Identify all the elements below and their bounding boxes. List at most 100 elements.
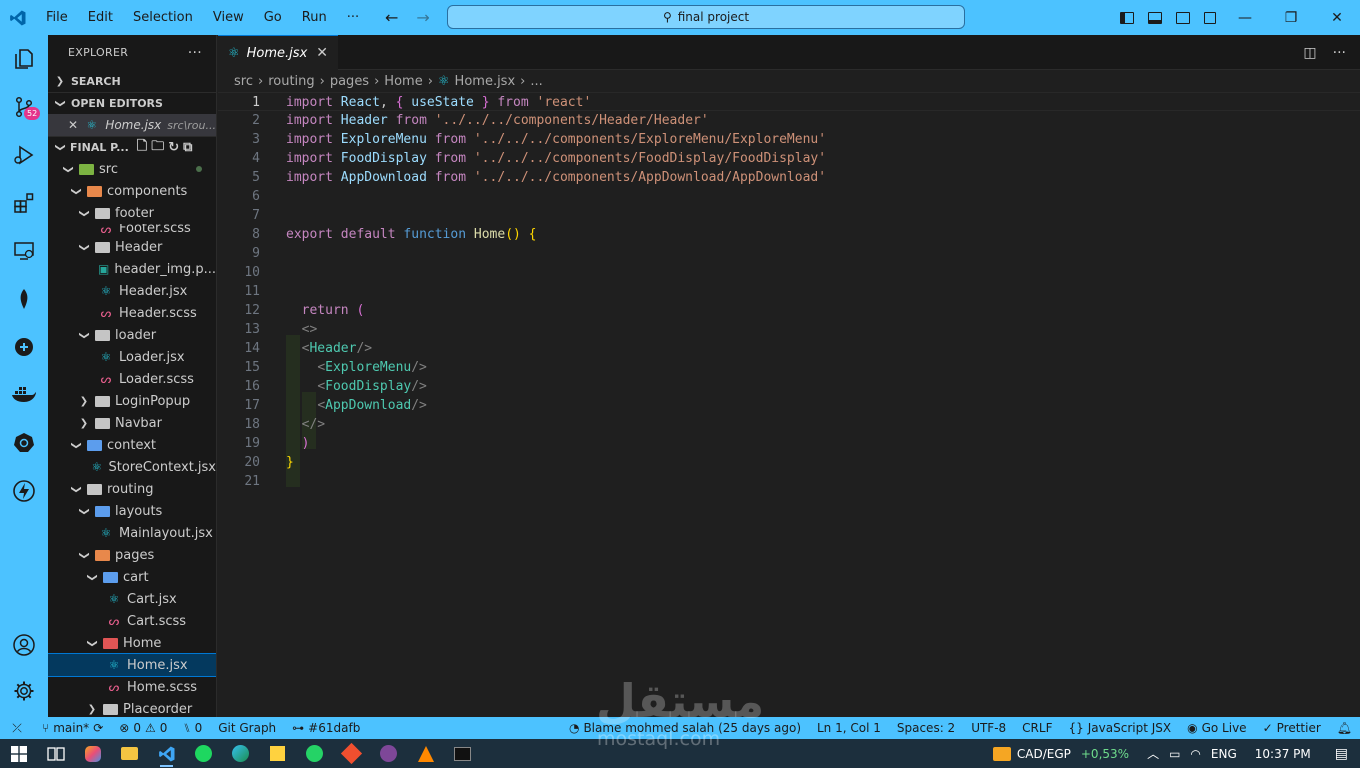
task-view-icon[interactable] xyxy=(37,739,74,768)
forward-arrow-icon[interactable]: → xyxy=(416,8,429,27)
go-live-button[interactable]: ◉ Go Live xyxy=(1179,721,1254,735)
code-line[interactable]: 2 import Header from '../../../components… xyxy=(218,111,1360,130)
language-status[interactable]: {} JavaScript JSX xyxy=(1060,721,1179,735)
wifi-icon[interactable]: ◠ xyxy=(1190,747,1200,761)
tree-file[interactable]: ᔕ Home.scss xyxy=(48,676,216,698)
tree-folder[interactable]: ❯ context xyxy=(48,434,216,456)
prettier-status[interactable]: ✓ Prettier xyxy=(1255,721,1329,735)
eol-status[interactable]: CRLF xyxy=(1014,721,1060,735)
remote-explorer-icon[interactable] xyxy=(0,231,48,271)
spotify-icon[interactable] xyxy=(185,739,222,768)
language-indicator[interactable]: ENG xyxy=(1211,747,1237,761)
tree-folder[interactable]: ❯ footer xyxy=(48,202,216,224)
code-editor[interactable]: 1 import React, { useState } from 'react'… xyxy=(218,92,1360,491)
toggle-panel-icon[interactable] xyxy=(1148,11,1162,24)
menu-view[interactable]: View xyxy=(203,0,254,35)
menu-edit[interactable]: Edit xyxy=(78,0,123,35)
tree-folder[interactable]: ❯ LoginPopup xyxy=(48,390,216,412)
breadcrumb-item[interactable]: Home xyxy=(384,74,422,89)
search-section[interactable]: ❯ SEARCH xyxy=(48,70,216,92)
docker-icon[interactable] xyxy=(0,375,48,415)
kubernetes-icon[interactable] xyxy=(0,423,48,463)
indentation-status[interactable]: Spaces: 2 xyxy=(889,721,963,735)
explorer-icon[interactable] xyxy=(0,39,48,79)
remote-indicator-icon[interactable]: ⤫ xyxy=(0,717,34,739)
clock[interactable]: 10:37 PM xyxy=(1255,747,1311,761)
customize-layout-icon[interactable] xyxy=(1204,11,1216,24)
tree-folder[interactable]: ❯ Header xyxy=(48,236,216,258)
tree-file[interactable]: ⚛ Loader.jsx xyxy=(48,346,216,368)
code-line[interactable]: 11 xyxy=(218,282,1360,301)
code-line[interactable]: 17 <AppDownload/> xyxy=(218,396,1360,415)
more-actions-icon[interactable]: ··· xyxy=(1333,45,1346,61)
tree-file[interactable]: ᔕ Loader.scss xyxy=(48,368,216,390)
ports-status[interactable]: ⑊ 0 xyxy=(175,721,210,735)
refresh-icon[interactable]: ↻ xyxy=(168,140,179,155)
code-line[interactable]: 18 </> xyxy=(218,415,1360,434)
source-control-icon[interactable]: 52 xyxy=(0,87,48,127)
code-line[interactable]: 3 import ExploreMenu from '../../../compo… xyxy=(218,130,1360,149)
extensions-icon[interactable] xyxy=(0,183,48,223)
restore-icon[interactable]: ❐ xyxy=(1268,0,1314,35)
git-graph-button[interactable]: Git Graph xyxy=(210,721,284,735)
tree-folder[interactable]: ❯ routing xyxy=(48,478,216,500)
code-line[interactable]: 16 <FoodDisplay/> xyxy=(218,377,1360,396)
breadcrumb-item[interactable]: routing xyxy=(268,74,314,89)
file-explorer-icon[interactable] xyxy=(111,739,148,768)
code-line[interactable]: 14 <Header/> xyxy=(218,339,1360,358)
toggle-primary-sidebar-icon[interactable] xyxy=(1120,11,1134,24)
project-section[interactable]: ❯ FINAL P... 🗋 🗀 ↻ ⧉ xyxy=(48,136,216,158)
vscode-taskbar-icon[interactable] xyxy=(148,739,185,768)
edge-icon[interactable] xyxy=(222,739,259,768)
notifications-bell-icon[interactable]: 🔔︎ xyxy=(1329,721,1360,735)
encoding-status[interactable]: UTF-8 xyxy=(963,721,1014,735)
code-line[interactable]: 13 <> xyxy=(218,320,1360,339)
tray-overflow-icon[interactable]: ︿ xyxy=(1147,745,1159,762)
code-line[interactable]: 7 xyxy=(218,206,1360,225)
tree-folder[interactable]: ❯ cart xyxy=(48,566,216,588)
tor-browser-icon[interactable] xyxy=(370,739,407,768)
branch-status[interactable]: ⑂ main* ⟳ xyxy=(34,721,111,735)
menu-go[interactable]: Go xyxy=(254,0,292,35)
network-icon[interactable]: ▭ xyxy=(1169,747,1180,761)
menu-selection[interactable]: Selection xyxy=(123,0,203,35)
menu-more[interactable]: ··· xyxy=(337,0,369,35)
vlc-icon[interactable] xyxy=(407,739,444,768)
mongodb-icon[interactable] xyxy=(0,279,48,319)
code-line[interactable]: 10 xyxy=(218,263,1360,282)
cursor-position[interactable]: Ln 1, Col 1 xyxy=(809,721,889,735)
code-line[interactable]: 5 import AppDownload from '../../../compo… xyxy=(218,168,1360,187)
sticky-notes-icon[interactable] xyxy=(259,739,296,768)
tree-folder[interactable]: ❯ Navbar xyxy=(48,412,216,434)
tree-folder[interactable]: ❯ Home xyxy=(48,632,216,654)
sync-icon[interactable]: ⟳ xyxy=(93,721,103,735)
tree-folder[interactable]: ❯ layouts xyxy=(48,500,216,522)
menu-run[interactable]: Run xyxy=(292,0,337,35)
code-line[interactable]: 12 return ( xyxy=(218,301,1360,320)
tree-file[interactable]: ⚛ Home.jsx xyxy=(48,653,216,677)
code-line[interactable]: 6 xyxy=(218,187,1360,206)
tree-file[interactable]: ⚛ Cart.jsx xyxy=(48,588,216,610)
command-center-search[interactable]: ⚲ final project xyxy=(447,5,965,29)
problems-status[interactable]: ⊗ 0 ⚠ 0 xyxy=(111,721,175,735)
git-bash-icon[interactable] xyxy=(333,739,370,768)
copilot-icon[interactable] xyxy=(74,739,111,768)
close-tab-icon[interactable]: ✕ xyxy=(316,45,328,61)
breadcrumb-item[interactable]: src xyxy=(234,74,253,89)
minimize-icon[interactable]: — xyxy=(1222,0,1268,35)
account-icon[interactable] xyxy=(0,625,48,665)
explorer-more-icon[interactable]: ··· xyxy=(188,45,202,61)
windows-start-icon[interactable] xyxy=(0,739,37,768)
tree-file[interactable]: ᔕ Footer.scss xyxy=(48,224,216,236)
back-arrow-icon[interactable]: ← xyxy=(385,8,398,27)
ticker-label[interactable]: CAD/EGP xyxy=(1017,747,1071,761)
manage-gear-icon[interactable] xyxy=(0,671,48,711)
breadcrumb-item[interactable]: pages xyxy=(330,74,369,89)
run-debug-icon[interactable] xyxy=(0,135,48,175)
tree-folder[interactable]: ❯ src xyxy=(48,158,216,180)
notification-center-icon[interactable]: ▤ xyxy=(1335,746,1348,762)
tree-folder[interactable]: ❯ Placeorder xyxy=(48,698,216,717)
tree-file[interactable]: ▣ header_img.p... xyxy=(48,258,216,280)
toggle-secondary-sidebar-icon[interactable] xyxy=(1176,11,1190,24)
code-line[interactable]: 15 <ExploreMenu/> xyxy=(218,358,1360,377)
